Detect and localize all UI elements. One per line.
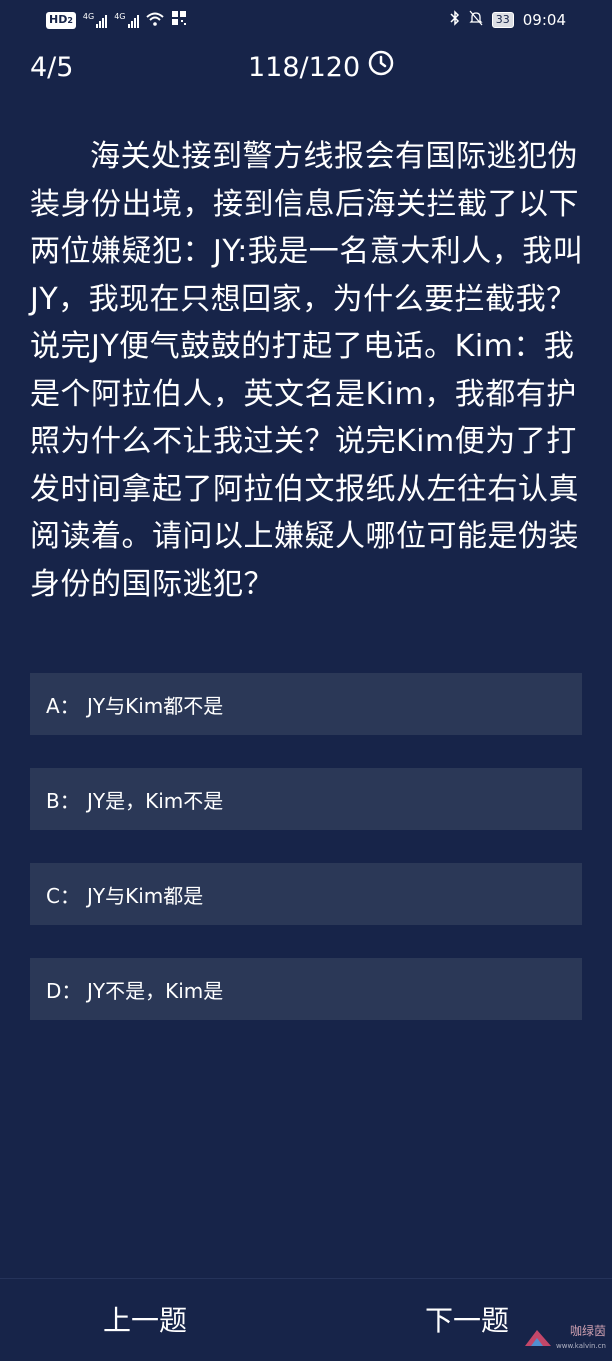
- option-text: JY与Kim都不是: [87, 693, 224, 718]
- option-text: JY不是，Kim是: [87, 978, 224, 1003]
- watermark-logo-icon: [523, 1326, 553, 1352]
- option-key: B：: [46, 788, 80, 813]
- option-a[interactable]: A： JY与Kim都不是: [30, 673, 582, 735]
- clock-icon: [368, 50, 394, 86]
- signal-icon: 4G: [114, 12, 139, 28]
- timer-value: 118/120: [248, 52, 361, 83]
- option-d[interactable]: D： JY不是，Kim是: [30, 958, 582, 1020]
- option-text: JY与Kim都是: [87, 883, 204, 908]
- option-key: A：: [46, 693, 80, 718]
- answer-options: A： JY与Kim都不是 B： JY是，Kim不是 C： JY与Kim都是 D：…: [30, 673, 582, 1053]
- question-text: 海关处接到警方线报会有国际逃犯伪装身份出境，接到信息后海关拦截了以下两位嫌疑犯：…: [30, 139, 584, 602]
- wifi-icon: [145, 11, 164, 30]
- timer: 118/120: [248, 50, 394, 86]
- option-text: JY是，Kim不是: [87, 788, 224, 813]
- signal-icon: 4G: [83, 12, 108, 28]
- option-c[interactable]: C： JY与Kim都是: [30, 863, 582, 925]
- mute-bell-icon: [469, 10, 483, 30]
- watermark: 咖绿茵 www.kalvin.cn: [523, 1325, 606, 1353]
- qr-status-icon: [171, 10, 187, 30]
- quiz-header: 4/5 118/120: [0, 50, 612, 86]
- option-b[interactable]: B： JY是，Kim不是: [30, 768, 582, 830]
- status-right: 33 09:04: [450, 10, 566, 30]
- hd-badge: HD2: [46, 11, 76, 29]
- clock: 09:04: [522, 11, 566, 29]
- bluetooth-icon: [450, 10, 460, 30]
- option-key: C：: [46, 883, 80, 908]
- bottom-nav: 上一题 下一题 咖绿茵 www.kalvin.cn: [0, 1278, 612, 1361]
- next-question-button[interactable]: 下一题: [425, 1303, 509, 1339]
- battery-indicator: 33: [491, 12, 514, 28]
- watermark-text: 咖绿茵 www.kalvin.cn: [556, 1324, 606, 1351]
- status-bar: HD2 4G 4G 33 09:04: [0, 0, 612, 40]
- prev-question-button[interactable]: 上一题: [103, 1303, 187, 1339]
- question-progress: 4/5: [30, 52, 74, 83]
- option-key: D：: [46, 978, 82, 1003]
- status-left: HD2 4G 4G: [46, 10, 187, 30]
